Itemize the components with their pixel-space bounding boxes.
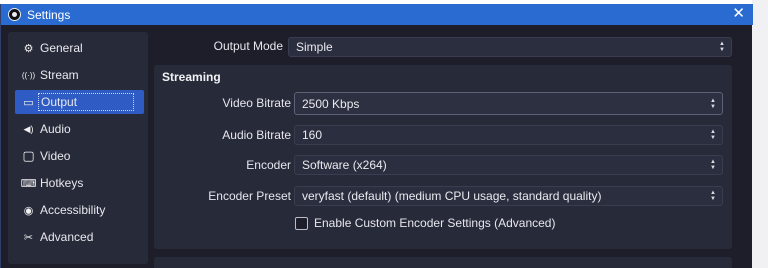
- accessibility-icon: ◉: [23, 204, 34, 217]
- desktop-background-edge: [752, 0, 768, 268]
- monitor-icon: ▢: [22, 148, 35, 163]
- close-button[interactable]: ✕: [732, 6, 745, 22]
- custom-encoder-checkbox[interactable]: [295, 216, 308, 230]
- sidebar-item-label: General: [40, 41, 83, 55]
- title-bar: Settings ✕: [1, 4, 753, 25]
- next-section-group: [154, 257, 732, 268]
- streaming-section-title: Streaming: [162, 70, 221, 84]
- encoder-value: Software (x264): [302, 158, 387, 172]
- updown-arrows-icon: ▲ ▼: [710, 159, 716, 171]
- encoder-preset-select[interactable]: veryfast (default) (medium CPU usage, st…: [294, 186, 723, 206]
- window-title: Settings: [27, 7, 71, 22]
- output-icon: ▭: [23, 96, 34, 109]
- encoder-select[interactable]: Software (x264) ▲ ▼: [294, 155, 723, 175]
- output-mode-select[interactable]: Simple ▲ ▼: [288, 37, 732, 57]
- custom-encoder-settings-row[interactable]: Enable Custom Encoder Settings (Advanced…: [295, 216, 555, 230]
- output-mode-value: Simple: [296, 40, 333, 54]
- updown-arrows-icon: ▲ ▼: [710, 129, 716, 141]
- audio-bitrate-label: Audio Bitrate: [222, 128, 291, 142]
- sidebar-item-general[interactable]: ⚙ General: [15, 36, 144, 60]
- sidebar-item-label: Stream: [40, 68, 79, 82]
- output-mode-label: Output Mode: [213, 39, 283, 53]
- tools-icon: ✂: [23, 231, 34, 244]
- keyboard-icon: ⌨: [20, 177, 37, 190]
- obs-app-icon: [8, 8, 21, 21]
- speaker-icon: ◀): [23, 123, 34, 134]
- sidebar-item-label: Advanced: [40, 230, 94, 244]
- sidebar-item-stream[interactable]: ((·)) Stream: [15, 63, 144, 87]
- custom-encoder-label: Enable Custom Encoder Settings (Advanced…: [314, 216, 556, 230]
- audio-bitrate-value: 160: [302, 128, 323, 142]
- sidebar-item-label: Output: [38, 93, 135, 111]
- audio-bitrate-select[interactable]: 160 ▲ ▼: [294, 125, 723, 145]
- encoder-preset-value: veryfast (default) (medium CPU usage, st…: [302, 189, 602, 203]
- sidebar-item-label: Audio: [40, 122, 71, 136]
- encoder-preset-label: Encoder Preset: [208, 189, 291, 203]
- sidebar-item-video[interactable]: ▢ Video: [15, 144, 144, 168]
- sidebar-item-output[interactable]: ▭ Output: [15, 90, 144, 114]
- video-bitrate-value: 2500 Kbps: [302, 96, 360, 111]
- sidebar-item-advanced[interactable]: ✂ Advanced: [15, 225, 144, 249]
- gear-icon: ⚙: [23, 42, 34, 55]
- sidebar-item-audio[interactable]: ◀) Audio: [15, 117, 144, 141]
- video-bitrate-label: Video Bitrate: [222, 96, 292, 110]
- sidebar-item-label: Hotkeys: [40, 176, 84, 190]
- sidebar-item-accessibility[interactable]: ◉ Accessibility: [15, 198, 144, 222]
- updown-arrows-icon[interactable]: ▲ ▼: [709, 97, 717, 111]
- settings-sidebar: ⚙ General ((·)) Stream ▭ Output ◀) Audio…: [8, 32, 148, 264]
- updown-arrows-icon: ▲ ▼: [710, 190, 716, 202]
- sidebar-item-label: Video: [40, 149, 71, 163]
- sidebar-item-hotkeys[interactable]: ⌨ Hotkeys: [15, 171, 144, 195]
- video-bitrate-spinbox[interactable]: 2500 Kbps ▲ ▼: [294, 92, 723, 115]
- encoder-label: Encoder: [246, 158, 291, 172]
- updown-arrows-icon: ▲ ▼: [719, 41, 725, 53]
- broadcast-icon: ((·)): [21, 70, 36, 80]
- sidebar-item-label: Accessibility: [40, 203, 106, 217]
